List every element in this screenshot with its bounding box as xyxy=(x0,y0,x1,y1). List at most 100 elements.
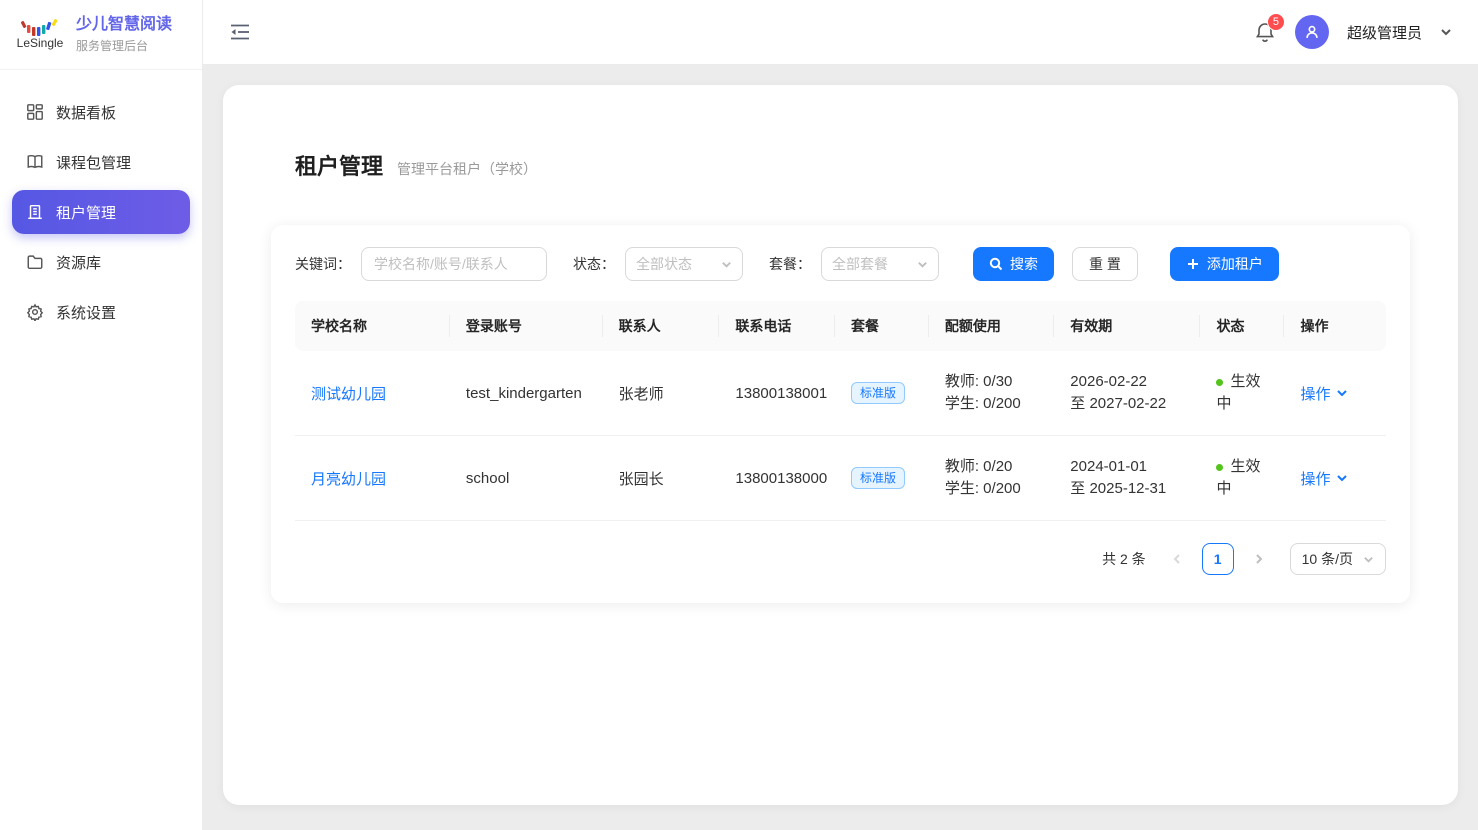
status-dot xyxy=(1216,379,1223,386)
col-school-name: 学校名称 xyxy=(295,301,450,351)
valid-to: 至 2025-12-31 xyxy=(1070,478,1184,500)
pagination-page-1[interactable]: 1 xyxy=(1202,543,1234,575)
quota-teachers: 教师: 0/20 xyxy=(945,456,1038,478)
chevron-right-icon xyxy=(1253,553,1265,565)
page-size-select[interactable]: 10 条/页 xyxy=(1290,543,1386,575)
sidebar-item-label: 数据看板 xyxy=(56,102,116,123)
app: LeSingle 少儿智慧阅读 服务管理后台 数据看板 课程包管理 租户管理 xyxy=(0,0,1478,830)
top-header: 5 超级管理员 xyxy=(203,0,1478,65)
sidebar-menu: 数据看板 课程包管理 租户管理 资源库 系统设置 xyxy=(0,70,202,360)
status-cell: 生效中 xyxy=(1200,436,1284,521)
plan-label: 套餐： xyxy=(769,254,811,274)
table-row: 月亮幼儿园 school 张园长 13800138000 标准版 教师: 0/2… xyxy=(295,436,1386,521)
avatar[interactable] xyxy=(1295,15,1329,49)
logo-bars-icon xyxy=(18,19,62,37)
brand-logo: LeSingle xyxy=(14,19,66,50)
content-area: 租户管理 管理平台租户（学校） 关键词： 状态： 全部状态 xyxy=(203,65,1478,830)
sidebar-item-tenants[interactable]: 租户管理 xyxy=(12,190,190,234)
validity-cell: 2026-02-22 至 2027-02-22 xyxy=(1054,351,1200,436)
tenant-panel: 关键词： 状态： 全部状态 套餐： 全部套餐 xyxy=(271,225,1410,603)
reset-button[interactable]: 重 置 xyxy=(1072,247,1138,281)
filter-bar: 关键词： 状态： 全部状态 套餐： 全部套餐 xyxy=(295,247,1386,281)
page-size-value: 10 条/页 xyxy=(1302,549,1353,569)
tenant-table: 学校名称 登录账号 联系人 联系电话 套餐 配额使用 有效期 状态 操作 xyxy=(295,301,1386,521)
search-button[interactable]: 搜索 xyxy=(973,247,1054,281)
col-phone: 联系电话 xyxy=(719,301,835,351)
col-actions: 操作 xyxy=(1284,301,1386,351)
sidebar: LeSingle 少儿智慧阅读 服务管理后台 数据看板 课程包管理 租户管理 xyxy=(0,0,203,830)
sidebar-item-settings[interactable]: 系统设置 xyxy=(12,290,190,334)
pagination: 共 2 条 1 10 条/页 xyxy=(295,543,1386,575)
sidebar-item-dashboard[interactable]: 数据看板 xyxy=(12,90,190,134)
quota-cell: 教师: 0/20 学生: 0/200 xyxy=(929,436,1054,521)
pagination-total: 共 2 条 xyxy=(1102,549,1146,569)
status-text: 生效中 xyxy=(1216,458,1260,497)
dashboard-icon xyxy=(26,103,44,121)
reset-button-label: 重 置 xyxy=(1089,254,1121,274)
valid-to: 至 2027-02-22 xyxy=(1070,393,1184,415)
building-icon xyxy=(26,203,44,221)
chevron-down-icon xyxy=(1336,387,1348,399)
contact-name: 张园长 xyxy=(603,436,720,521)
sidebar-item-label: 课程包管理 xyxy=(56,152,131,173)
brand-logo-text: LeSingle xyxy=(17,36,64,50)
login-account: school xyxy=(450,436,603,521)
username[interactable]: 超级管理员 xyxy=(1347,22,1422,43)
menu-fold-icon xyxy=(229,21,251,43)
valid-from: 2026-02-22 xyxy=(1070,371,1184,393)
menu-fold-button[interactable] xyxy=(229,21,251,43)
folder-icon xyxy=(26,253,44,271)
sidebar-item-label: 租户管理 xyxy=(56,202,116,223)
contact-name: 张老师 xyxy=(603,351,720,436)
add-tenant-button[interactable]: 添加租户 xyxy=(1170,247,1279,281)
brand-subtitle: 服务管理后台 xyxy=(76,37,172,54)
sidebar-item-label: 资源库 xyxy=(56,252,101,273)
page-subtitle: 管理平台租户（学校） xyxy=(397,159,537,179)
status-select-value: 全部状态 xyxy=(636,254,692,274)
school-name-link[interactable]: 测试幼儿园 xyxy=(311,386,386,403)
main-area: 5 超级管理员 租户管理 管理平台租户（学校） 关键词： xyxy=(203,0,1478,830)
pagination-next-button[interactable] xyxy=(1244,544,1274,574)
notification-badge: 5 xyxy=(1267,13,1285,31)
row-actions-dropdown[interactable]: 操作 xyxy=(1300,383,1347,404)
sidebar-item-resources[interactable]: 资源库 xyxy=(12,240,190,284)
col-quota: 配额使用 xyxy=(929,301,1054,351)
add-tenant-button-label: 添加租户 xyxy=(1207,254,1263,274)
plan-tag: 标准版 xyxy=(851,382,905,404)
plan-select[interactable]: 全部套餐 xyxy=(821,247,939,281)
keyword-label: 关键词： xyxy=(295,254,351,274)
sidebar-item-course-packages[interactable]: 课程包管理 xyxy=(12,140,190,184)
search-button-label: 搜索 xyxy=(1010,254,1038,274)
brand-area: LeSingle 少儿智慧阅读 服务管理后台 xyxy=(0,0,202,70)
keyword-input[interactable] xyxy=(361,247,547,281)
status-cell: 生效中 xyxy=(1200,351,1284,436)
row-actions-dropdown[interactable]: 操作 xyxy=(1300,468,1347,489)
col-contact: 联系人 xyxy=(603,301,720,351)
plus-icon xyxy=(1186,257,1200,271)
table-row: 测试幼儿园 test_kindergarten 张老师 13800138001 … xyxy=(295,351,1386,436)
user-icon xyxy=(1303,23,1321,41)
notification-button[interactable]: 5 xyxy=(1253,20,1277,44)
brand-titles: 少儿智慧阅读 服务管理后台 xyxy=(76,15,172,55)
col-validity: 有效期 xyxy=(1054,301,1200,351)
status-label: 状态： xyxy=(573,254,615,274)
chevron-down-icon[interactable] xyxy=(1440,26,1452,38)
quota-students: 学生: 0/200 xyxy=(945,478,1038,500)
chevron-left-icon xyxy=(1171,553,1183,565)
school-name-link[interactable]: 月亮幼儿园 xyxy=(311,471,386,488)
quota-students: 学生: 0/200 xyxy=(945,393,1038,415)
valid-from: 2024-01-01 xyxy=(1070,456,1184,478)
contact-phone: 13800138001 xyxy=(719,351,835,436)
row-actions-label: 操作 xyxy=(1300,468,1330,489)
col-plan: 套餐 xyxy=(835,301,929,351)
chevron-down-icon xyxy=(721,259,732,270)
quota-cell: 教师: 0/30 学生: 0/200 xyxy=(929,351,1054,436)
col-status: 状态 xyxy=(1200,301,1284,351)
chevron-down-icon xyxy=(917,259,928,270)
validity-cell: 2024-01-01 至 2025-12-31 xyxy=(1054,436,1200,521)
status-text: 生效中 xyxy=(1216,373,1260,412)
status-select[interactable]: 全部状态 xyxy=(625,247,743,281)
pagination-prev-button[interactable] xyxy=(1162,544,1192,574)
page-card: 租户管理 管理平台租户（学校） 关键词： 状态： 全部状态 xyxy=(223,85,1458,805)
chevron-down-icon xyxy=(1336,472,1348,484)
